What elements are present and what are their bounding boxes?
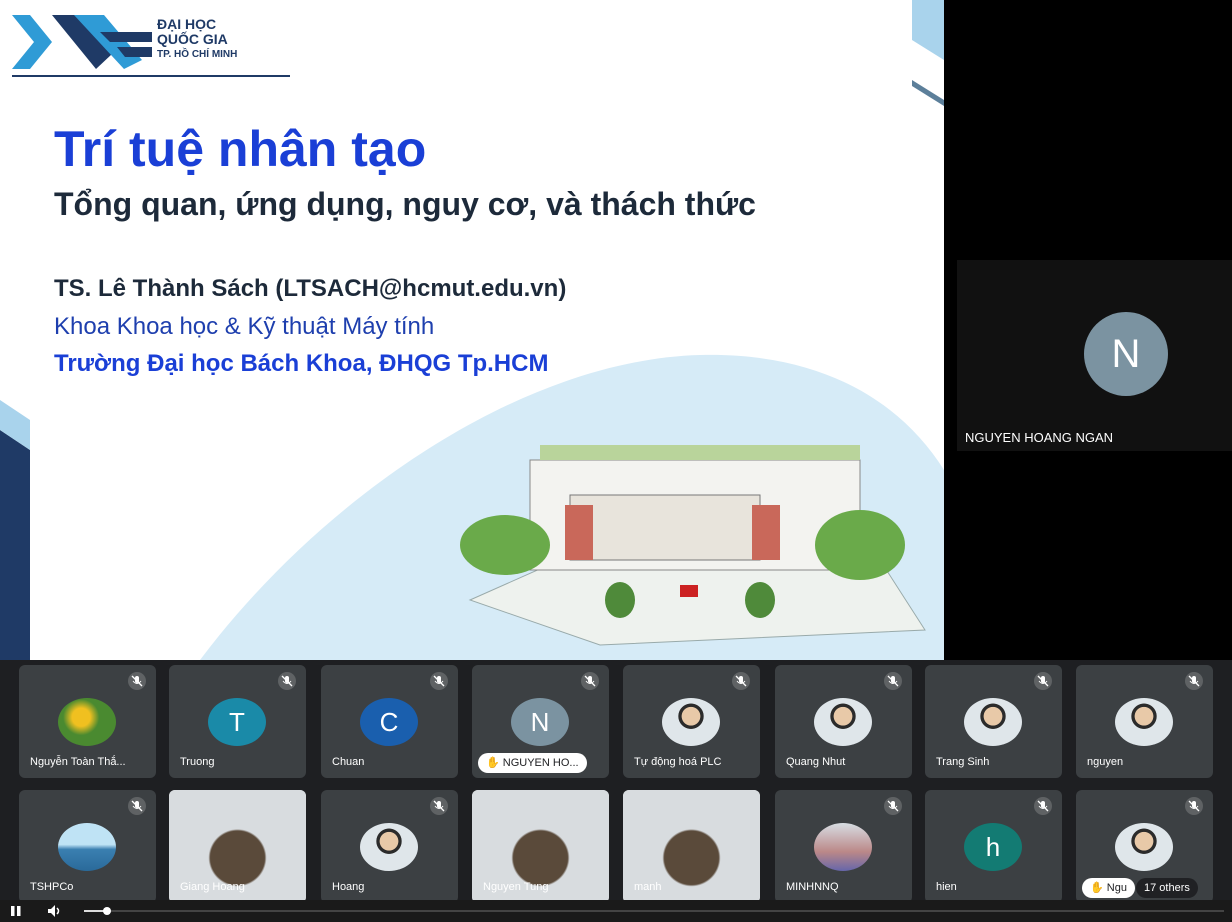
avatar-photo (360, 823, 418, 871)
participant-tile[interactable]: h hien (925, 790, 1062, 903)
participant-tile[interactable]: nguyen (1076, 665, 1213, 778)
participant-tile[interactable]: MINHNNQ (775, 790, 912, 903)
participant-name: nguyen (1087, 756, 1124, 768)
slide-university: Trường Đại học Bách Khoa, ĐHQG Tp.HCM (54, 350, 549, 377)
participant-tile[interactable]: Nguyen Tung (472, 790, 609, 903)
raised-hand-badge: ✋ NGUYEN HO... (478, 753, 587, 773)
others-count-button[interactable]: 17 others (1136, 878, 1198, 898)
logo-divider (12, 75, 290, 77)
slide-title: Trí tuệ nhân tạo (54, 121, 427, 177)
avatar-photo (964, 698, 1022, 746)
participant-tile[interactable]: Hoang (321, 790, 458, 903)
raised-hand-icon: ✋ (1090, 882, 1107, 894)
avatar-photo (814, 823, 872, 871)
avatar-photo (814, 698, 872, 746)
logo-text: ĐẠI HỌC QUỐC GIA TP. HỒ CHÍ MINH (157, 17, 237, 62)
mic-off-icon (1185, 797, 1203, 815)
participant-name: NGUYEN HO... (502, 757, 579, 769)
avatar: C (360, 698, 418, 746)
speaker-tile[interactable]: N NGUYEN HOANG NGAN (957, 260, 1232, 451)
mic-off-icon (430, 672, 448, 690)
presentation-slide: ĐẠI HỌC QUỐC GIA TP. HỒ CHÍ MINH Trí tuệ… (0, 0, 944, 660)
participant-name: hien (936, 881, 957, 893)
participant-tile[interactable]: Tự động hoá PLC (623, 665, 760, 778)
avatar-photo (1115, 823, 1173, 871)
avatar-photo (1115, 698, 1173, 746)
raised-hand-icon: ✋ (486, 757, 503, 769)
seek-bar[interactable] (84, 907, 1224, 915)
slide-subtitle: Tổng quan, ứng dụng, nguy cơ, và thách t… (54, 186, 756, 222)
participant-gallery: Nguyễn Toàn Thắ... T Truong C Chuan N ✋ NGUYEN… (0, 660, 1232, 903)
avatar: N (511, 698, 569, 746)
slide-author: TS. Lê Thành Sách (LTSACH@hcmut.edu.vn) (54, 275, 567, 302)
participant-tile[interactable]: C Chuan (321, 665, 458, 778)
participant-tile[interactable]: Quang Nhut (775, 665, 912, 778)
participant-tile[interactable]: Nguyễn Toàn Thắ... (19, 665, 156, 778)
university-building-illustration (460, 445, 926, 646)
logo-line2: QUỐC GIA (157, 31, 228, 47)
participant-name: Truong (180, 756, 215, 768)
participant-name: Nguyen Tung (483, 881, 549, 893)
participant-tile[interactable]: TSHPCo (19, 790, 156, 903)
mic-off-icon (732, 672, 750, 690)
media-player-bar (0, 900, 1232, 922)
vnu-hcm-logo (12, 15, 152, 69)
mic-off-icon (1034, 672, 1052, 690)
avatar-photo (58, 823, 116, 871)
mic-off-icon (884, 797, 902, 815)
avatar-photo (662, 698, 720, 746)
participant-name: Giang Hoang (180, 881, 245, 893)
seek-bar-handle[interactable] (102, 907, 111, 915)
participant-tile[interactable]: Trang Sinh (925, 665, 1062, 778)
mic-off-icon (1185, 672, 1203, 690)
mic-off-icon (278, 672, 296, 690)
participant-name: Chuan (332, 756, 365, 768)
participant-tile[interactable]: Giang Hoang (169, 790, 306, 903)
participant-name: Hoang (332, 881, 365, 893)
raised-hand-badge: ✋ Ngu (1082, 878, 1135, 898)
mic-off-icon (581, 672, 599, 690)
logo-line1: ĐẠI HỌC (157, 16, 217, 32)
participant-name: Nguyễn Toàn Thắ... (30, 756, 126, 768)
participant-name: Quang Nhut (786, 756, 846, 768)
avatar-photo (58, 698, 116, 746)
avatar: N (1084, 312, 1168, 396)
participant-name: Ngu (1106, 882, 1127, 894)
mic-off-icon (128, 797, 146, 815)
participant-name: TSHPCo (30, 881, 74, 893)
mic-off-icon (430, 797, 448, 815)
participant-name: manh (634, 881, 662, 893)
volume-icon[interactable] (47, 904, 63, 918)
participant-name: Trang Sinh (936, 756, 990, 768)
avatar: T (208, 698, 266, 746)
mic-off-icon (1034, 797, 1052, 815)
participant-name: NGUYEN HOANG NGAN (965, 430, 1114, 445)
participant-name: MINHNNQ (786, 881, 839, 893)
mic-off-icon (128, 672, 146, 690)
participant-tile[interactable]: manh (623, 790, 760, 903)
participant-tile[interactable]: T Truong (169, 665, 306, 778)
pause-icon[interactable] (10, 905, 22, 917)
slide-faculty: Khoa Khoa học & Kỹ thuật Máy tính (54, 313, 435, 340)
logo-line3: TP. HỒ CHÍ MINH (157, 49, 238, 60)
participant-tile[interactable]: N ✋ NGUYEN HO... (472, 665, 609, 778)
avatar: h (964, 823, 1022, 871)
participant-name: Tự động hoá PLC (634, 756, 722, 768)
mic-off-icon (884, 672, 902, 690)
